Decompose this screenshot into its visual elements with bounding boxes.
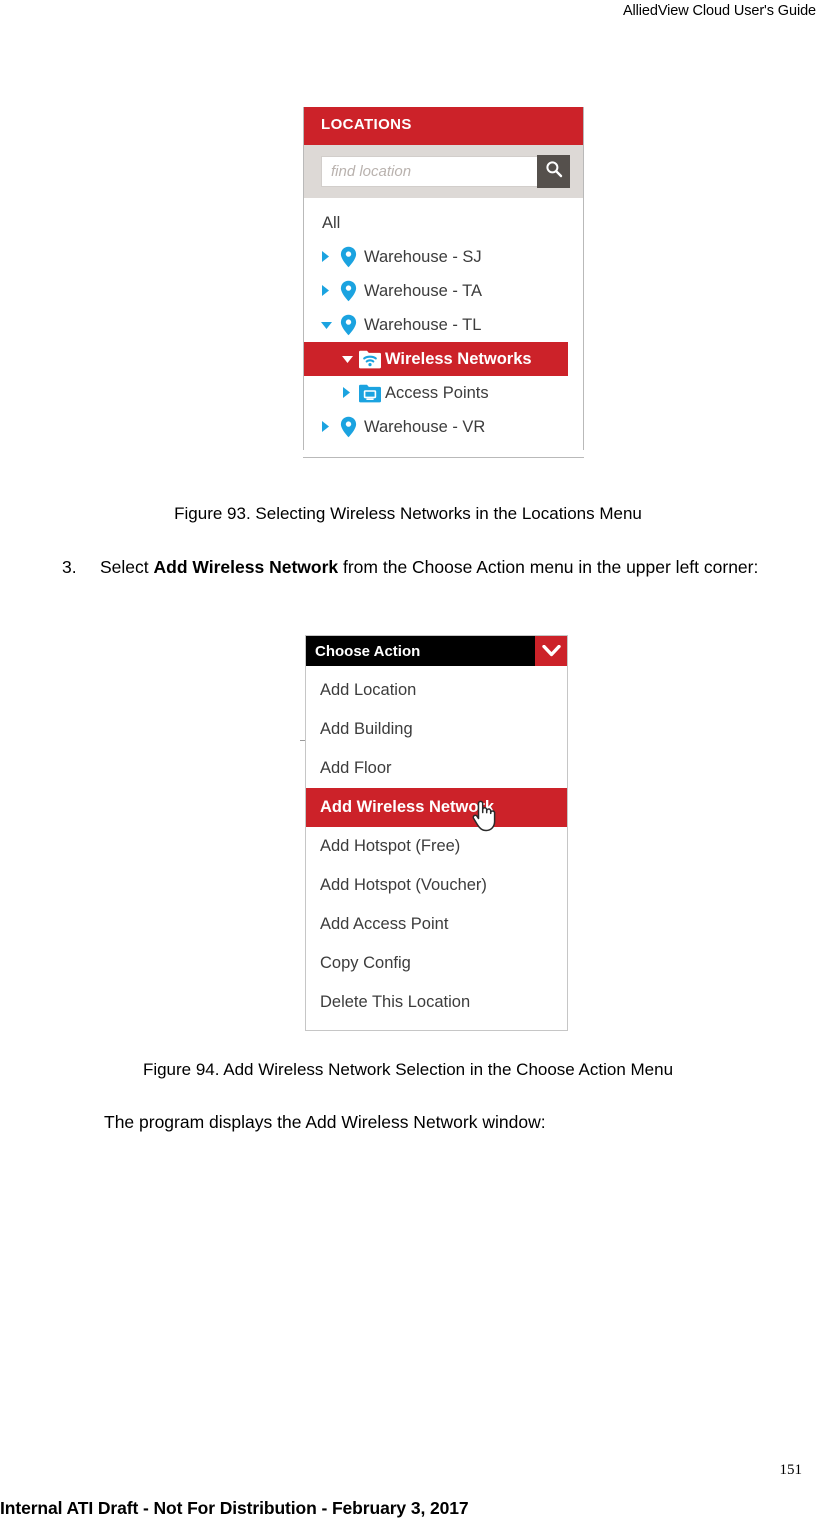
menu-item-add-building[interactable]: Add Building bbox=[306, 710, 567, 749]
chevron-right-icon[interactable] bbox=[321, 418, 337, 437]
find-location-input[interactable]: find location bbox=[321, 156, 537, 187]
chevron-right-icon[interactable] bbox=[342, 384, 358, 403]
menu-item-add-wireless-network[interactable]: Add Wireless Network bbox=[306, 788, 567, 827]
map-pin-icon bbox=[337, 246, 360, 268]
chevron-right-icon[interactable] bbox=[321, 248, 337, 267]
step-3-text: Select Add Wireless Network from the Cho… bbox=[100, 555, 792, 580]
step-3-bold-term: Add Wireless Network bbox=[153, 557, 339, 577]
locations-panel-title: LOCATIONS bbox=[304, 107, 583, 145]
tree-item-label: All bbox=[322, 213, 341, 232]
body-paragraph: The program displays the Add Wireless Ne… bbox=[104, 1112, 546, 1132]
figure-94-caption: Figure 94. Add Wireless Network Selectio… bbox=[142, 1060, 674, 1079]
page-number: 151 bbox=[779, 1462, 803, 1478]
search-icon bbox=[545, 160, 563, 183]
chevron-down-icon[interactable] bbox=[342, 350, 358, 369]
tree-item-label: Warehouse - VR bbox=[364, 417, 486, 436]
locations-tree: All Warehouse - SJ Warehouse - TA Wareho… bbox=[304, 198, 583, 450]
document-running-header: AlliedView Cloud User's Guide bbox=[622, 3, 816, 19]
step-3-text-after: from the Choose Action menu in the upper… bbox=[338, 557, 759, 577]
chevron-down-icon[interactable] bbox=[321, 316, 337, 335]
choose-action-label: Choose Action bbox=[315, 642, 421, 660]
footer-draft-note: Internal ATI Draft - Not For Distributio… bbox=[0, 1498, 469, 1518]
menu-item-add-location[interactable]: Add Location bbox=[306, 671, 567, 710]
search-button[interactable] bbox=[537, 155, 570, 188]
tree-item-warehouse-vr[interactable]: Warehouse - VR bbox=[304, 410, 583, 444]
menu-item-add-floor[interactable]: Add Floor bbox=[306, 749, 567, 788]
tree-item-label: Access Points bbox=[385, 383, 489, 402]
tree-item-access-points[interactable]: Access Points bbox=[304, 376, 583, 410]
tree-item-label: Warehouse - TL bbox=[364, 315, 482, 334]
chevron-right-icon[interactable] bbox=[321, 282, 337, 301]
menu-item-add-hotspot-voucher[interactable]: Add Hotspot (Voucher) bbox=[306, 866, 567, 905]
menu-item-add-access-point[interactable]: Add Access Point bbox=[306, 905, 567, 944]
locations-search-bar: find location bbox=[304, 145, 583, 198]
access-point-folder-icon bbox=[358, 384, 381, 403]
menu-item-copy-config[interactable]: Copy Config bbox=[306, 944, 567, 983]
step-3: 3. Select Add Wireless Network from the … bbox=[62, 555, 792, 580]
choose-action-header[interactable]: Choose Action bbox=[306, 636, 567, 666]
choose-action-menu-screenshot: Choose Action Add Location Add Building … bbox=[305, 635, 568, 1031]
locations-panel-bottom-edge bbox=[303, 457, 584, 458]
tree-item-all[interactable]: All bbox=[304, 206, 583, 240]
map-pin-icon bbox=[337, 416, 360, 438]
find-location-placeholder: find location bbox=[331, 163, 412, 180]
figure-93-caption: Figure 93. Selecting Wireless Networks i… bbox=[174, 504, 642, 523]
map-pin-icon bbox=[337, 280, 360, 302]
step-3-text-before: Select bbox=[100, 557, 154, 577]
tree-item-warehouse-tl[interactable]: Warehouse - TL bbox=[304, 308, 583, 342]
wifi-folder-icon bbox=[358, 350, 381, 369]
tree-item-warehouse-sj[interactable]: Warehouse - SJ bbox=[304, 240, 583, 274]
tree-item-warehouse-ta[interactable]: Warehouse - TA bbox=[304, 274, 583, 308]
tree-item-label: Wireless Networks bbox=[385, 349, 532, 368]
step-3-number: 3. bbox=[62, 557, 77, 577]
choose-action-item-list: Add Location Add Building Add Floor Add … bbox=[306, 666, 567, 1030]
menu-item-delete-this-location[interactable]: Delete This Location bbox=[306, 983, 567, 1022]
tree-item-label: Warehouse - SJ bbox=[364, 247, 482, 266]
map-pin-icon bbox=[337, 314, 360, 336]
tree-item-wireless-networks[interactable]: Wireless Networks bbox=[304, 342, 568, 376]
tree-item-label: Warehouse - TA bbox=[364, 281, 482, 300]
locations-panel-screenshot: LOCATIONS find location All Warehouse - … bbox=[303, 107, 584, 450]
chevron-down-icon[interactable] bbox=[535, 636, 567, 666]
menu-item-add-hotspot-free[interactable]: Add Hotspot (Free) bbox=[306, 827, 567, 866]
